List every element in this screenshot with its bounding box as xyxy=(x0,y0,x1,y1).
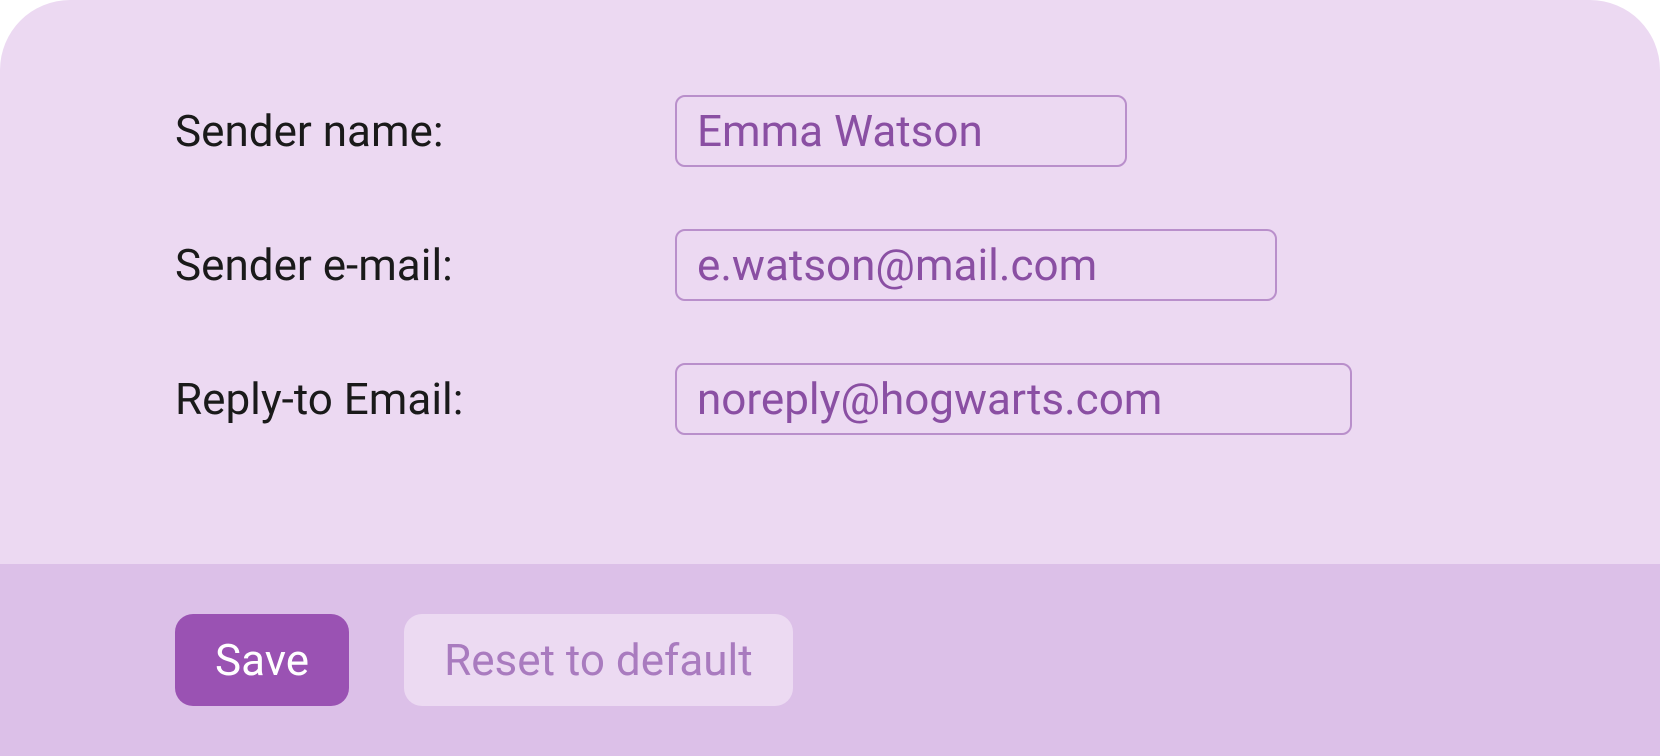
sender-name-row: Sender name: xyxy=(175,95,1660,167)
footer-area: Save Reset to default xyxy=(0,564,1660,756)
save-button[interactable]: Save xyxy=(175,614,349,706)
settings-card: Sender name: Sender e-mail: Reply-to Ema… xyxy=(0,0,1660,756)
sender-email-input[interactable] xyxy=(675,229,1277,301)
reset-button[interactable]: Reset to default xyxy=(404,614,793,706)
reply-to-email-label: Reply-to Email: xyxy=(175,373,675,425)
form-area: Sender name: Sender e-mail: Reply-to Ema… xyxy=(0,0,1660,564)
sender-name-label: Sender name: xyxy=(175,105,675,157)
reply-to-email-input[interactable] xyxy=(675,363,1352,435)
sender-name-input[interactable] xyxy=(675,95,1127,167)
reply-to-email-row: Reply-to Email: xyxy=(175,363,1660,435)
sender-email-label: Sender e-mail: xyxy=(175,239,675,291)
sender-email-row: Sender e-mail: xyxy=(175,229,1660,301)
